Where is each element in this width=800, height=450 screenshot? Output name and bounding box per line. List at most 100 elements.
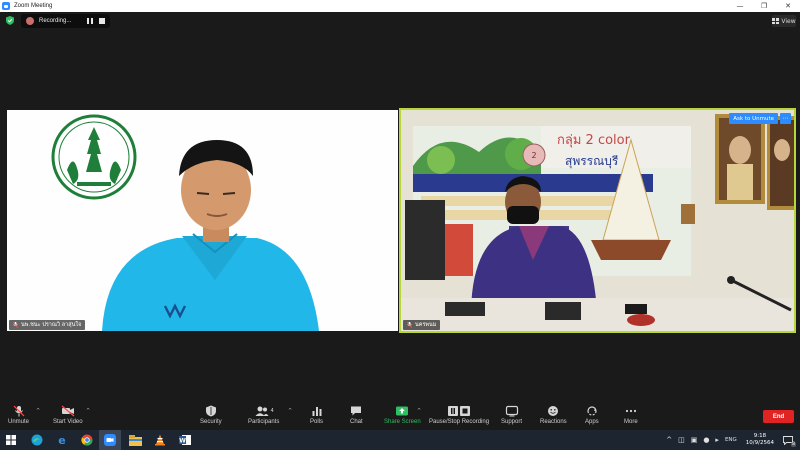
svg-text:W: W [179,438,186,445]
banner-line1: กลุ่ม 2 color [557,133,631,148]
mic-muted-icon [407,322,412,328]
notification-count: 8 [791,442,796,447]
recording-icon [26,17,34,25]
support-label: Support [501,419,523,425]
taskbar-spacer [0,430,1,450]
security-label: Security [200,419,222,425]
video-tile-participant-2[interactable]: 2 กลุ่ม 2 color สุพรรณบุรี Ask to Unmute… [399,108,796,333]
recording-label: Recording... [39,18,72,24]
participant-video [51,114,319,331]
title-bar: Zoom Meeting — ❐ ✕ [0,0,800,12]
taskbar-clock[interactable]: 9:18 10/9/2564 [746,433,774,447]
more-label: More [624,419,638,425]
edge-chromium-icon[interactable] [30,433,44,447]
microphone-icon[interactable]: ● [703,436,709,444]
chat-icon [351,406,362,415]
clock-date: 10/9/2564 [745,440,774,446]
participants-count: 4 [270,407,274,414]
polls-button[interactable]: Polls [310,404,323,425]
edge-legacy-icon[interactable]: e [55,433,69,447]
shield-icon[interactable] [6,16,14,25]
share-screen-button[interactable]: Share Screen [384,404,421,425]
participants-button[interactable]: 4 Participants [248,404,279,425]
meeting-toolbar: Unmute ^ Start Video ^ Security 4 Partic… [0,400,800,430]
end-meeting-button[interactable]: End [763,410,794,423]
recording-indicator: Recording... [21,14,110,28]
start-video-button[interactable]: Start Video [53,404,83,425]
support-button[interactable]: Support [501,404,522,425]
ask-to-unmute-button[interactable]: Ask to Unmute [729,113,778,124]
stop-recording-icon[interactable] [99,18,105,24]
security-shield-icon [205,405,216,416]
security-button[interactable]: Security [200,404,222,425]
notifications-button[interactable]: 8 [780,433,796,447]
share-screen-icon [396,406,409,415]
network-icon[interactable]: ◫ [678,436,685,444]
unmute-button[interactable]: Unmute [8,404,29,425]
mic-muted-icon [13,405,24,416]
more-button[interactable]: More [624,404,638,425]
reactions-label: Reactions [540,419,567,425]
participant-name-label: นครพนม [403,320,441,330]
unmute-label: Unmute [8,419,30,425]
polls-icon [312,406,321,416]
minimize-icon[interactable]: — [728,0,752,12]
show-hidden-icons-chevron-icon[interactable]: ^ [666,436,672,444]
pause-stop-recording-label: Pause/Stop Recording [429,419,490,425]
apps-icon [587,405,597,416]
zoom-logo-icon [2,2,10,10]
speaker-icon[interactable]: ▸ [715,436,719,444]
windows-taskbar: e W ^ ◫ ▣ ● ▸ ENG 9:18 10/9/2564 8 [0,430,800,450]
polls-label: Polls [310,419,324,425]
window-title: Zoom Meeting [14,3,53,9]
mic-muted-icon [13,322,18,328]
participant-video: 2 กลุ่ม 2 color สุพรรณบุรี [401,110,794,331]
share-options-chevron-up-icon[interactable]: ^ [417,408,421,414]
window-controls: — ❐ ✕ [728,0,800,12]
view-button[interactable]: View [772,15,796,27]
file-explorer-icon[interactable] [128,433,142,447]
screen-icon[interactable]: ▣ [691,436,698,444]
participants-icon [255,406,269,416]
participant-name: นครพนม [415,322,437,328]
system-tray: ^ ◫ ▣ ● ▸ ENG 9:18 10/9/2564 8 [663,430,800,450]
close-icon[interactable]: ✕ [776,0,800,12]
meeting-top-bar: Recording... View [0,12,800,30]
audio-options-chevron-up-icon[interactable]: ^ [36,408,40,414]
start-video-label: Start Video [53,419,83,425]
restore-icon[interactable]: ❐ [752,0,776,12]
pause-stop-recording-icon [448,405,471,416]
video-tile-participant-1[interactable]: นพ.ชนะ ปราณวิ ลาสุ่นใจ [7,110,398,331]
language-indicator[interactable]: ENG [725,437,737,443]
pause-stop-recording-button[interactable]: Pause/Stop Recording [429,404,489,425]
video-options-chevron-up-icon[interactable]: ^ [86,408,90,414]
wall-portraits [715,114,794,210]
reactions-smiley-icon [548,405,559,416]
participant-name: นพ.ชนะ ปราณวิ ลาสุ่นใจ [21,322,82,328]
reactions-button[interactable]: Reactions [540,404,567,425]
clock-time: 9:18 [753,433,767,439]
support-icon [505,405,518,416]
grid-view-icon [772,18,780,24]
pause-recording-icon[interactable] [87,18,93,24]
windows-start-icon[interactable] [4,433,18,447]
seal-logo-icon [51,114,137,200]
video-off-icon [61,405,75,416]
participants-options-chevron-up-icon[interactable]: ^ [288,408,292,414]
zoom-app-icon[interactable] [103,433,117,447]
chrome-icon[interactable] [80,433,94,447]
chat-label: Chat [350,419,363,425]
banner-line2: สุพรรณบุรี [565,154,619,169]
vlc-icon[interactable] [153,433,167,447]
share-screen-label: Share Screen [384,419,421,425]
apps-button[interactable]: Apps [585,404,599,425]
apps-label: Apps [585,419,599,425]
participant-name-label: นพ.ชนะ ปราณวิ ลาสุ่นใจ [9,320,86,330]
participants-label: Participants [248,419,280,425]
word-icon[interactable]: W [178,433,192,447]
participant-more-button[interactable]: ⋯ [780,113,791,124]
banner-number: 2 [531,151,536,160]
chat-button[interactable]: Chat [350,404,363,425]
more-dots-icon [625,409,636,412]
view-label: View [781,17,796,25]
